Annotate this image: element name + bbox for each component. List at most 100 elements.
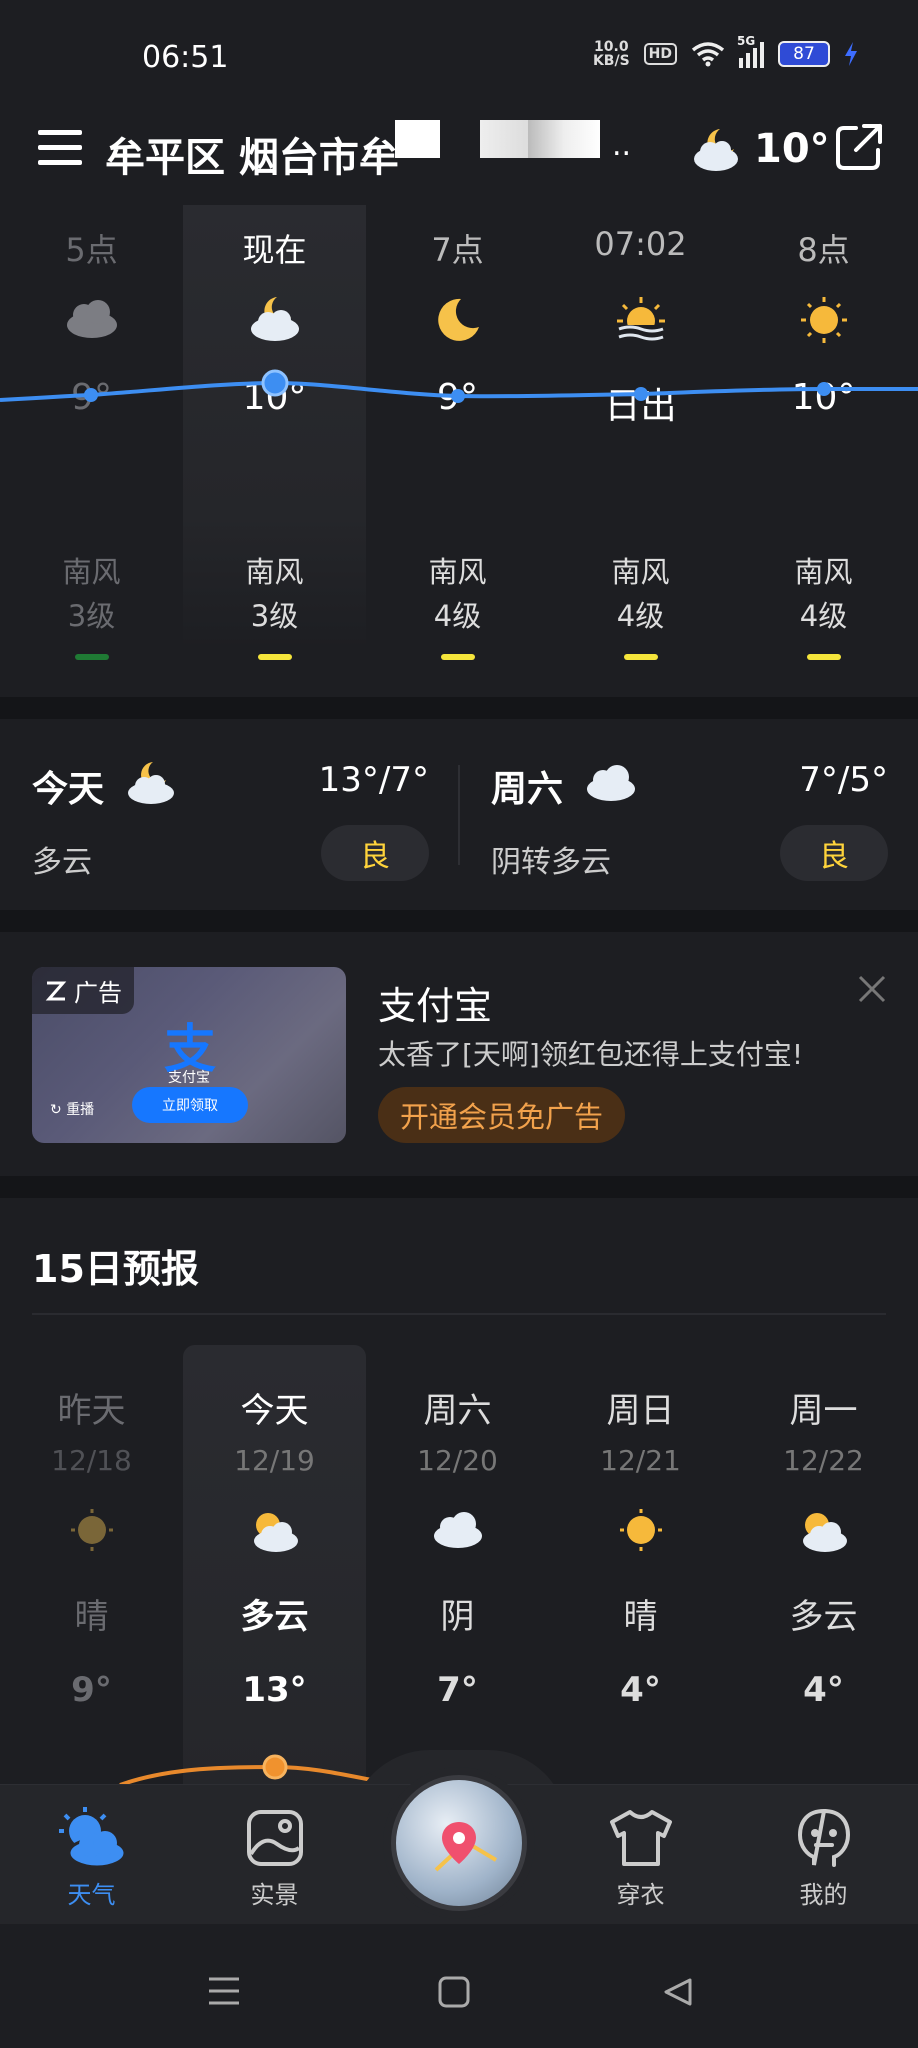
hour-wind: 南风 3级 bbox=[183, 550, 366, 660]
two-day-summary: 今天 13°/7° 多云 良 周六 7°/5° 阴转多云 良 bbox=[0, 720, 918, 910]
wind-level-bar bbox=[257, 654, 292, 660]
current-hour-point bbox=[261, 369, 289, 397]
hour-label: 8点 bbox=[797, 231, 850, 269]
temperature-curve bbox=[0, 369, 918, 403]
partly-cloudy-night-icon bbox=[183, 295, 366, 351]
ad-cta-button[interactable]: 立即领取 bbox=[132, 1087, 248, 1123]
forecast-condition: 晴 bbox=[74, 1597, 109, 1637]
tshirt-icon bbox=[549, 1805, 732, 1871]
ad-title[interactable]: 支付宝 bbox=[378, 975, 492, 1030]
share-icon[interactable] bbox=[834, 122, 884, 172]
status-icons: 10.0 KB/S HD 5G 87 bbox=[593, 34, 858, 68]
forecast-day-name: 周日 bbox=[606, 1391, 675, 1431]
section-divider bbox=[0, 910, 918, 932]
forecast-high: 7° bbox=[437, 1670, 478, 1710]
advertisement[interactable]: 广告 支 支付宝 ↻ 重播 立即领取 支付宝 太香了[天啊]领红包还得上支付宝!… bbox=[0, 935, 918, 1175]
hour-wind: 南风 3级 bbox=[0, 550, 183, 660]
forecast-day[interactable]: 昨天 12/18 晴 9° bbox=[0, 1345, 183, 1710]
wifi-icon bbox=[691, 42, 725, 67]
section-title: 15日预报 bbox=[32, 1247, 199, 1291]
wind-level-bar bbox=[74, 654, 109, 660]
cloud-icon bbox=[0, 295, 183, 351]
wind-direction: 南风 bbox=[611, 555, 670, 589]
nav-scenery[interactable]: 实景 bbox=[183, 1805, 366, 1910]
nav-clothing[interactable]: 穿衣 bbox=[549, 1805, 732, 1910]
forecast-condition: 多云 bbox=[789, 1597, 858, 1637]
section-divider bbox=[0, 1176, 918, 1198]
hour-wind: 南风 4级 bbox=[732, 550, 915, 660]
wind-direction: 南风 bbox=[62, 555, 121, 589]
profile-icon bbox=[732, 1805, 915, 1871]
home-icon[interactable] bbox=[438, 1976, 470, 2008]
day-name: 周六 bbox=[491, 769, 564, 810]
ad-replay-button[interactable]: ↻ 重播 bbox=[50, 1099, 94, 1119]
location-title[interactable]: 牟平区 烟台市牟 bbox=[105, 125, 399, 183]
ad-thumbnail[interactable]: 广告 支 支付宝 ↻ 重播 立即领取 bbox=[32, 967, 346, 1143]
wind-level: 4级 bbox=[799, 599, 848, 633]
hour-point bbox=[451, 389, 465, 403]
weather-condition: 多云 bbox=[32, 845, 92, 880]
divider bbox=[32, 1313, 886, 1315]
cell-signal-icon: 5G bbox=[737, 34, 764, 68]
wind-level: 4级 bbox=[616, 599, 665, 633]
recent-apps-icon[interactable] bbox=[207, 1976, 241, 2006]
forecast-day-today[interactable]: 今天 12/19 多云 13° bbox=[183, 1345, 366, 1710]
wind-level: 3级 bbox=[67, 599, 116, 633]
nav-mine[interactable]: 我的 bbox=[732, 1805, 915, 1910]
menu-icon[interactable] bbox=[38, 130, 82, 170]
ad-brand-icon bbox=[45, 981, 67, 1000]
map-pin-icon bbox=[434, 1822, 498, 1872]
hour-wind: 南风 4级 bbox=[366, 550, 549, 660]
partly-cloudy-day-icon bbox=[732, 1507, 915, 1559]
forecast-condition: 阴 bbox=[440, 1597, 475, 1637]
back-icon[interactable] bbox=[662, 1976, 694, 2008]
hourly-forecast[interactable]: 5点 9° 现在 10° 7点 9° 07:02 日出 8点 10° bbox=[0, 205, 918, 695]
forecast-date: 12/21 bbox=[600, 1444, 681, 1477]
forecast-day[interactable]: 周六 12/20 阴 7° bbox=[366, 1345, 549, 1710]
network-type: 5G bbox=[737, 34, 756, 48]
nav-weather[interactable]: 天气 bbox=[0, 1805, 183, 1910]
partly-cloudy-day-icon bbox=[183, 1507, 366, 1559]
hour-point bbox=[817, 382, 831, 396]
wind-direction: 南风 bbox=[428, 555, 487, 589]
hour-wind: 南风 4级 bbox=[549, 550, 732, 660]
wind-level-bar bbox=[440, 654, 475, 660]
charging-icon bbox=[845, 42, 857, 66]
wind-level-bar bbox=[806, 654, 841, 660]
forecast-condition: 多云 bbox=[240, 1597, 309, 1637]
today-high-point bbox=[262, 1754, 288, 1780]
nav-label: 穿衣 bbox=[616, 1881, 665, 1909]
weather-nav-icon bbox=[0, 1805, 183, 1871]
saturday-card[interactable]: 周六 7°/5° 阴转多云 良 bbox=[459, 720, 918, 910]
forecast-day-name: 昨天 bbox=[57, 1391, 126, 1431]
nav-label: 天气 bbox=[67, 1881, 116, 1909]
air-quality-badge[interactable]: 良 bbox=[780, 825, 888, 881]
remove-ads-button[interactable]: 开通会员免广告 bbox=[378, 1087, 626, 1143]
partly-cloudy-night-icon bbox=[128, 762, 174, 804]
redacted-block bbox=[395, 120, 440, 158]
image-icon bbox=[183, 1805, 366, 1871]
forecast-day-name: 今天 bbox=[240, 1391, 309, 1431]
wind-direction: 南风 bbox=[794, 555, 853, 589]
network-speed: 10.0 KB/S bbox=[593, 40, 630, 68]
wind-level: 3级 bbox=[250, 599, 299, 633]
forecast-day-name: 周六 bbox=[423, 1391, 492, 1431]
hour-label: 7点 bbox=[431, 231, 484, 269]
today-card[interactable]: 今天 13°/7° 多云 良 bbox=[0, 720, 459, 910]
close-icon[interactable] bbox=[854, 971, 890, 1007]
forecast-date: 12/22 bbox=[783, 1444, 864, 1477]
ad-description[interactable]: 太香了[天啊]领红包还得上支付宝! bbox=[378, 1033, 803, 1073]
forecast-high: 4° bbox=[803, 1670, 844, 1710]
replay-icon: ↻ bbox=[50, 1102, 67, 1118]
header-temperature: 10° bbox=[754, 126, 830, 172]
ad-logo-name: 支付宝 bbox=[168, 1070, 210, 1086]
sun-icon bbox=[732, 295, 915, 351]
sun-icon bbox=[549, 1507, 732, 1559]
forecast-date: 12/20 bbox=[417, 1444, 498, 1477]
cloud-icon bbox=[587, 765, 635, 801]
forecast-day[interactable]: 周一 12/22 多云 4° bbox=[732, 1345, 915, 1710]
map-globe-button[interactable] bbox=[391, 1775, 527, 1911]
forecast-day-name: 周一 bbox=[789, 1391, 858, 1431]
air-quality-badge[interactable]: 良 bbox=[321, 825, 429, 881]
forecast-day[interactable]: 周日 12/21 晴 4° bbox=[549, 1345, 732, 1710]
